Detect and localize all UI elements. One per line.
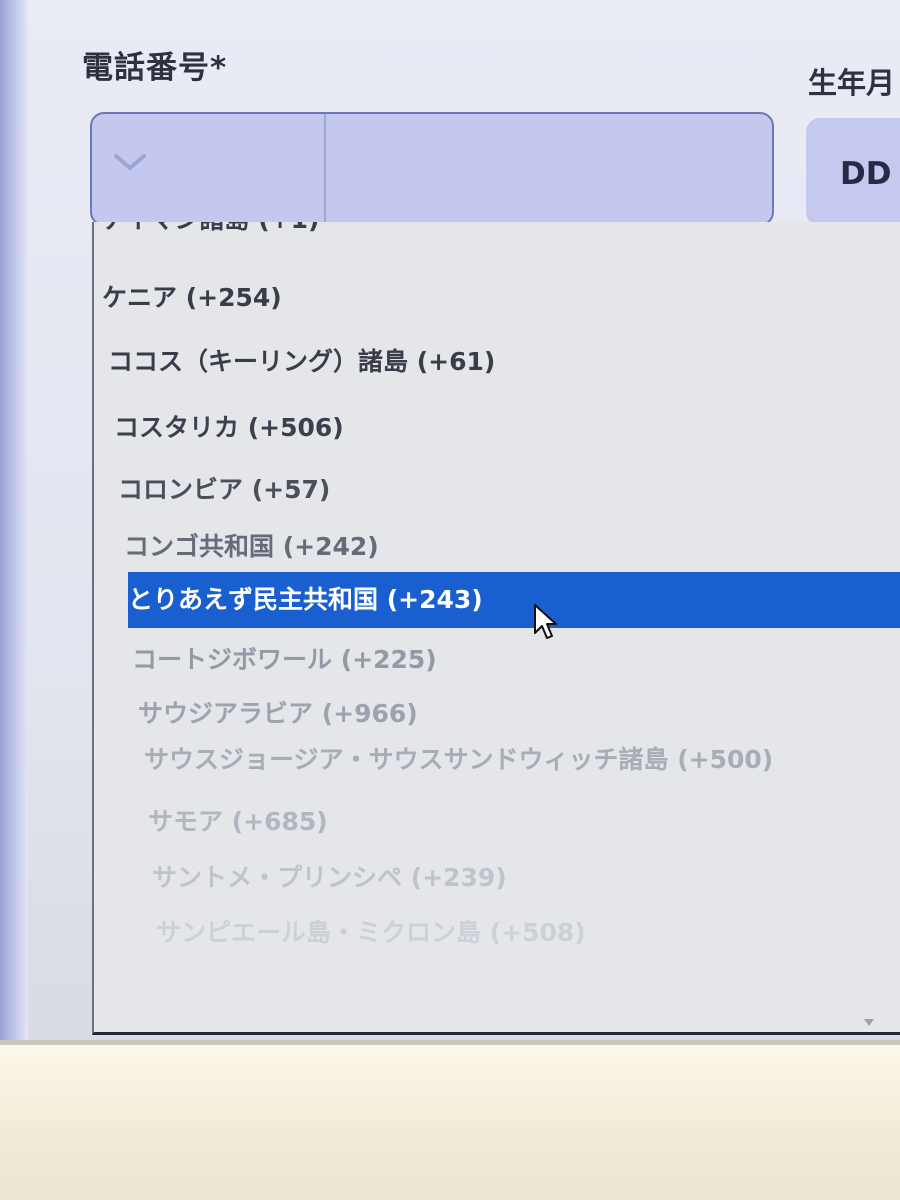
mouse-pointer-icon <box>534 604 557 639</box>
scroll-down-arrow-icon[interactable] <box>864 1019 874 1026</box>
dropdown-option[interactable]: ココス（キーリング）諸島 (+61) <box>94 334 900 390</box>
dropdown-option[interactable]: サウスジョージア・サウスサンドウィッチ諸島 (+500) <box>94 732 900 788</box>
dropdown-option-label: ケイマン諸島 (+1) <box>100 222 319 234</box>
dropdown-option-label: コロンビア (+57) <box>118 475 331 504</box>
dropdown-option[interactable]: コートジボワール (+225) <box>94 632 900 688</box>
birthdate-label: 生年月 <box>808 66 896 100</box>
phone-number-input[interactable] <box>326 114 774 226</box>
dropdown-option[interactable]: サモア (+685) <box>94 794 900 850</box>
chevron-down-icon <box>114 154 146 170</box>
dropdown-option-label: コスタリカ (+506) <box>114 413 344 442</box>
dropdown-option-label: サウスジョージア・サウスサンドウィッチ諸島 (+500) <box>144 745 774 774</box>
dropdown-option-label: サンピエール島・ミクロン島 (+508) <box>156 918 586 947</box>
dropdown-option-label: ココス（キーリング）諸島 (+61) <box>108 347 496 376</box>
dropdown-option-label: とりあえず民主共和国 (+243) <box>128 585 483 614</box>
dropdown-option-label: コンゴ共和国 (+242) <box>124 532 379 561</box>
dropdown-option[interactable]: サントメ・プリンシペ (+239) <box>94 850 900 906</box>
country-code-dropdown[interactable]: ケイマン諸島 (+1) ケニア (+254) ココス（キーリング）諸島 (+61) コ… <box>92 222 900 1035</box>
dropdown-option[interactable]: ケイマン諸島 (+1) <box>94 222 900 248</box>
dropdown-option[interactable]: コンゴ共和国 (+242) <box>94 519 900 575</box>
screen: 電話番号* 生年月 DD ケイマン諸島 (+1) ケニア (+254) ココス（キー… <box>0 0 900 1045</box>
country-code-select[interactable] <box>92 114 326 224</box>
dropdown-option-label: サウジアラビア (+966) <box>138 699 418 728</box>
dropdown-option-label: サモア (+685) <box>148 807 328 836</box>
dropdown-option[interactable]: コスタリカ (+506) <box>94 400 900 456</box>
dropdown-option[interactable]: ケニア (+254) <box>94 270 900 326</box>
dropdown-option[interactable]: サンピエール島・ミクロン島 (+508) <box>94 905 900 961</box>
dropdown-option-label: コートジボワール (+225) <box>132 645 437 674</box>
phone-number-field <box>90 112 774 226</box>
dropdown-option[interactable]: コロンビア (+57) <box>94 462 900 518</box>
birth-day-field[interactable]: DD <box>806 118 900 226</box>
monitor-bezel <box>0 1045 900 1200</box>
dropdown-option-label: ケニア (+254) <box>102 283 282 312</box>
dropdown-option-label: サントメ・プリンシペ (+239) <box>152 863 507 892</box>
phone-number-label: 電話番号* <box>82 50 228 86</box>
left-edge-panel <box>0 0 28 1045</box>
dropdown-option-selected[interactable]: とりあえず民主共和国 (+243) <box>128 572 900 628</box>
birth-day-placeholder: DD <box>840 156 892 192</box>
